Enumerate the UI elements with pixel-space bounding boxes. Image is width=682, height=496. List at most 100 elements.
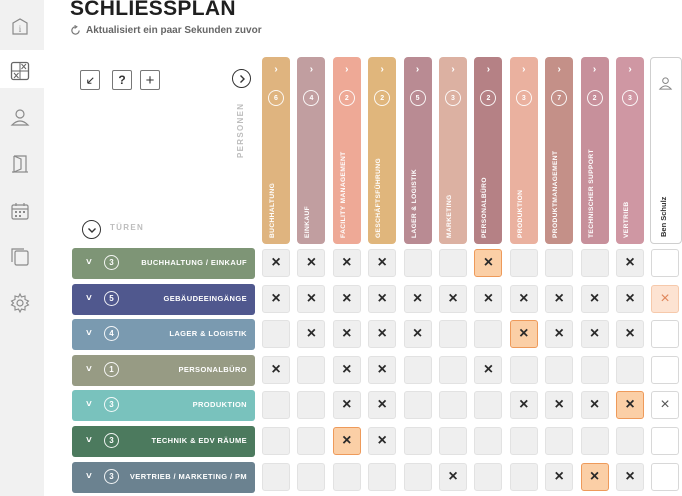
column-header-group[interactable]: › 3 PRODUKTION <box>509 57 538 244</box>
door-icon[interactable] <box>8 152 32 176</box>
access-cell[interactable]: × <box>368 284 397 313</box>
access-cell[interactable] <box>262 427 290 455</box>
column-header-group[interactable]: › 4 EINKAUF <box>297 57 326 244</box>
access-cell[interactable] <box>262 320 290 349</box>
access-cell[interactable]: × <box>580 320 609 349</box>
calendar-icon[interactable] <box>8 199 32 223</box>
column-header-person[interactable]: Ben Schulz <box>650 57 682 244</box>
access-cell[interactable]: × <box>332 427 361 455</box>
access-cell[interactable]: × <box>616 391 644 420</box>
access-cell[interactable]: × <box>580 462 609 491</box>
access-cell[interactable]: × <box>545 284 574 313</box>
access-cell[interactable] <box>439 320 467 349</box>
access-cell[interactable]: × <box>474 284 503 313</box>
access-cell[interactable]: × <box>439 284 467 313</box>
access-cell[interactable]: × <box>332 320 361 349</box>
access-cell[interactable] <box>474 462 503 491</box>
access-cell[interactable] <box>439 427 467 455</box>
access-cell[interactable]: × <box>262 355 290 384</box>
access-cell[interactable]: × <box>262 249 290 277</box>
access-cell[interactable] <box>509 427 538 455</box>
access-cell[interactable]: × <box>439 462 467 491</box>
access-cell[interactable] <box>616 355 644 384</box>
person-access-cell[interactable]: × <box>651 391 679 420</box>
access-cell[interactable]: × <box>545 320 574 349</box>
access-cell[interactable]: × <box>545 462 574 491</box>
person-access-cell[interactable] <box>651 355 679 384</box>
column-header-group[interactable]: › 3 MARKETING <box>439 57 467 244</box>
help-button[interactable]: ? <box>112 70 132 90</box>
access-cell[interactable] <box>439 249 467 277</box>
access-cell[interactable]: × <box>403 320 432 349</box>
access-cell[interactable] <box>545 427 574 455</box>
access-cell[interactable] <box>403 249 432 277</box>
door-group-row-header[interactable]: ˅ 3 VERTRIEB / MARKETING / PM <box>72 461 255 493</box>
access-cell[interactable] <box>474 427 503 455</box>
access-cell[interactable] <box>332 462 361 491</box>
column-header-group[interactable]: › 2 FACILITY MANAGEMENT <box>332 57 361 244</box>
access-cell[interactable]: × <box>474 355 503 384</box>
door-group-row-header[interactable]: ˅ 3 BUCHHALTUNG / EINKAUF <box>72 248 255 279</box>
access-cell[interactable]: × <box>262 284 290 313</box>
access-cell[interactable]: × <box>297 320 326 349</box>
column-header-group[interactable]: › 7 PRODUKTMANAGEMENT <box>545 57 574 244</box>
access-cell[interactable]: × <box>616 462 644 491</box>
access-cell[interactable]: × <box>580 284 609 313</box>
access-cell[interactable] <box>297 427 326 455</box>
access-cell[interactable]: × <box>368 391 397 420</box>
access-cell[interactable] <box>616 427 644 455</box>
access-cell[interactable]: × <box>474 249 503 277</box>
access-cell[interactable]: × <box>297 249 326 277</box>
person-access-cell[interactable]: × <box>651 284 679 313</box>
access-cell[interactable] <box>297 391 326 420</box>
gear-icon[interactable] <box>8 291 32 315</box>
access-cell[interactable]: × <box>368 320 397 349</box>
access-cell[interactable] <box>262 462 290 491</box>
access-cell[interactable] <box>403 462 432 491</box>
access-cell[interactable] <box>297 462 326 491</box>
column-header-group[interactable]: › 3 VERTRIEB <box>616 57 644 244</box>
access-cell[interactable] <box>474 391 503 420</box>
access-cell[interactable] <box>545 249 574 277</box>
person-access-cell[interactable] <box>651 249 679 277</box>
access-cell[interactable]: × <box>332 355 361 384</box>
access-cell[interactable] <box>439 391 467 420</box>
column-header-group[interactable]: › 2 GESCHÄFTSFÜHRUNG <box>368 57 397 244</box>
access-cell[interactable] <box>509 462 538 491</box>
access-cell[interactable] <box>262 391 290 420</box>
info-icon[interactable]: i <box>8 15 32 39</box>
schliessplan-icon[interactable] <box>8 59 32 83</box>
access-cell[interactable] <box>580 249 609 277</box>
column-header-group[interactable]: › 5 LAGER & LOGISTIK <box>403 57 432 244</box>
collapse-doors-button[interactable] <box>82 220 101 239</box>
person-access-cell[interactable] <box>651 427 679 455</box>
access-cell[interactable] <box>368 462 397 491</box>
access-cell[interactable]: × <box>509 391 538 420</box>
access-cell[interactable]: × <box>368 427 397 455</box>
access-cell[interactable] <box>403 391 432 420</box>
access-cell[interactable]: × <box>332 249 361 277</box>
access-cell[interactable]: × <box>509 284 538 313</box>
access-cell[interactable] <box>474 320 503 349</box>
access-cell[interactable]: × <box>580 391 609 420</box>
access-cell[interactable] <box>509 249 538 277</box>
door-group-row-header[interactable]: ˅ 5 GEBÄUDEEINGÄNGE <box>72 283 255 315</box>
access-cell[interactable] <box>545 355 574 384</box>
scroll-columns-right-button[interactable] <box>232 69 251 88</box>
access-cell[interactable]: × <box>509 320 538 349</box>
access-cell[interactable]: × <box>545 391 574 420</box>
access-cell[interactable] <box>509 355 538 384</box>
person-access-cell[interactable] <box>651 462 679 491</box>
column-header-group[interactable]: › 2 PERSONALBÜRO <box>474 57 503 244</box>
door-group-row-header[interactable]: ˅ 3 TECHNIK & EDV RÄUME <box>72 426 255 457</box>
door-group-row-header[interactable]: ˅ 4 LAGER & LOGISTIK <box>72 319 255 351</box>
access-cell[interactable]: × <box>616 284 644 313</box>
access-cell[interactable] <box>580 427 609 455</box>
add-button[interactable]: + <box>140 70 160 90</box>
door-group-row-header[interactable]: ˅ 3 PRODUKTION <box>72 390 255 422</box>
undo-button[interactable] <box>80 70 100 90</box>
access-cell[interactable] <box>403 427 432 455</box>
access-cell[interactable] <box>403 355 432 384</box>
column-header-group[interactable]: › 2 TECHNISCHER SUPPORT <box>580 57 609 244</box>
copy-icon[interactable] <box>8 245 32 269</box>
